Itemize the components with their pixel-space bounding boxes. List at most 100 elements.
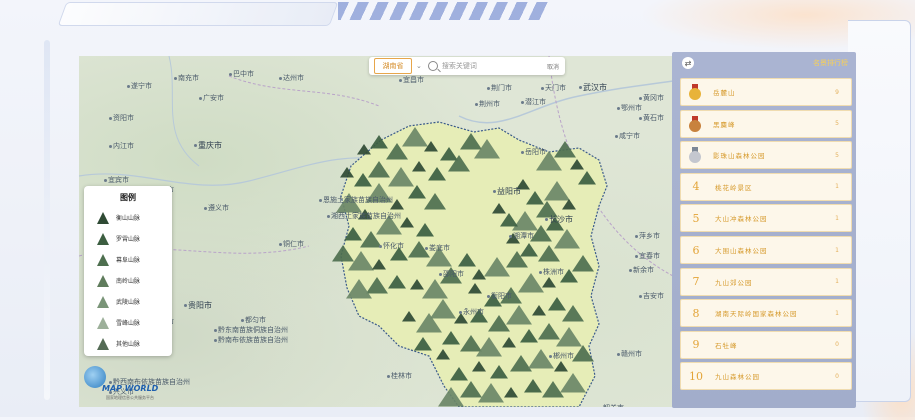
city-label: 巴中市: [229, 70, 254, 78]
legend-item-label: 衡山山脉: [116, 215, 141, 222]
panel-title: 名景排行榜: [813, 59, 848, 67]
city-label: 武汉市: [579, 84, 607, 92]
ranking-item[interactable]: 影珠山森林公园 5: [680, 141, 852, 170]
silver-medal-icon: [689, 147, 703, 164]
search-input[interactable]: 搜索关键词: [442, 61, 547, 71]
city-label: 潜江市: [521, 98, 546, 106]
ranking-item[interactable]: 9 石牡峰 0: [680, 330, 852, 359]
ranking-item-name: 石牡峰: [715, 341, 738, 350]
legend-item: 衡山山脉: [84, 207, 172, 228]
region-select[interactable]: 湖南省: [374, 58, 412, 74]
mountain-icon: [97, 274, 109, 287]
city-label: 南充市: [174, 74, 199, 82]
city-label: 鄂州市: [617, 104, 642, 112]
city-label: 邵阳市: [439, 270, 464, 278]
ranking-item-name: 桃花岭景区: [715, 183, 753, 192]
mountain-icon: [97, 295, 109, 308]
frame-stripes-decor: [338, 2, 548, 20]
search-icon[interactable]: [427, 61, 438, 71]
city-label: 湘潭市: [509, 232, 534, 240]
city-label: 宜昌市: [399, 76, 424, 84]
ranking-item-value: 0: [835, 341, 839, 349]
city-label: 黄冈市: [639, 94, 664, 102]
legend-item-label: 雪峰山脉: [116, 320, 141, 327]
legend-item: 其他山脉: [84, 333, 172, 354]
cancel-button[interactable]: 取消: [547, 62, 559, 71]
city-label: 重庆市: [194, 142, 222, 150]
city-label: 铜仁市: [279, 240, 304, 248]
ranking-item-value: 1: [835, 309, 839, 317]
chevron-down-icon[interactable]: ⌄: [416, 62, 422, 70]
panel-header: ⇄ 名景排行榜: [672, 52, 856, 74]
city-label: 都匀市: [241, 316, 266, 324]
legend-item: 南岭山脉: [84, 270, 172, 291]
mountain-icon: [97, 253, 109, 266]
city-label: 荆门市: [487, 84, 512, 92]
ranking-item-value: 1: [835, 183, 839, 191]
ranking-number: 9: [692, 338, 700, 352]
ranking-item-name: 大围山森林公园: [715, 247, 768, 255]
ranking-item[interactable]: 4 桃花岭景区 1: [680, 172, 852, 201]
city-label: 萍乡市: [635, 232, 660, 240]
city-label: 贵阳市: [184, 302, 212, 310]
map-legend: 图例 衡山山脉 罗霄山脉 幕阜山脉 南岭山脉 武陵山脉 雪峰山脉 其他山脉: [84, 186, 172, 356]
city-label: 内江市: [109, 142, 134, 150]
city-label: 资阳市: [109, 114, 134, 122]
ranking-item[interactable]: 6 大围山森林公园 1: [680, 236, 852, 264]
legend-item: 罗霄山脉: [84, 228, 172, 249]
city-label: 桂林市: [387, 372, 412, 380]
ranking-number: 5: [692, 211, 700, 225]
city-label: 宜春市: [635, 252, 660, 260]
ranking-item-name: 岳麓山: [713, 89, 736, 97]
city-label: 荆州市: [475, 100, 500, 108]
mountain-marker[interactable]: [357, 144, 371, 155]
ranking-item[interactable]: 10 九山森林公园 0: [680, 362, 852, 391]
gold-medal-icon: [689, 84, 703, 100]
ranking-item[interactable]: 7 九山郊公园 1: [680, 267, 852, 296]
city-label: 广安市: [199, 94, 224, 102]
city-label: 长沙市: [545, 216, 573, 224]
legend-title: 图例: [120, 193, 136, 202]
mountain-icon: [97, 211, 109, 224]
ranking-item-name: 影珠山森林公园: [713, 152, 766, 161]
city-label: 永州市: [459, 308, 484, 316]
bronze-medal-icon: [689, 115, 703, 132]
city-label: 株洲市: [539, 268, 564, 276]
legend-item-label: 武陵山脉: [116, 299, 141, 306]
ranking-item-value: 5: [835, 151, 839, 159]
city-label: 达州市: [279, 74, 304, 82]
city-label: 咸宁市: [615, 132, 640, 140]
ranking-item-name: 湖南天际岭国家森林公园: [715, 310, 798, 319]
legend-item: 幕阜山脉: [84, 249, 172, 270]
ranking-number: 6: [692, 243, 700, 257]
ranking-item-value: 5: [835, 120, 839, 128]
collapse-icon[interactable]: ⇄: [682, 57, 694, 69]
ranking-item[interactable]: 8 湖南天际岭国家森林公园 1: [680, 299, 852, 328]
ranking-item[interactable]: 5 大山冲森林公园 1: [680, 204, 852, 233]
ranking-item-value: 1: [835, 278, 839, 286]
logo-title: MAP WORLD: [102, 384, 159, 393]
city-label: 益阳市: [493, 188, 521, 196]
mountain-icon: [97, 232, 109, 245]
legend-item: 武陵山脉: [84, 291, 172, 312]
search-bar: 湖南省 ⌄ 搜索关键词 取消: [369, 57, 565, 75]
frame-right-decor: [848, 20, 911, 402]
ranking-item-name: 九山郊公园: [715, 278, 753, 287]
ranking-item[interactable]: 黑麋峰 5: [680, 109, 852, 138]
legend-item-label: 幕阜山脉: [116, 257, 141, 264]
ranking-item-value: 1: [835, 214, 839, 222]
city-label: 娄底市: [425, 244, 450, 252]
ranking-number: 10: [689, 369, 703, 383]
city-label: 恩施土家族苗族自治州: [319, 196, 393, 204]
city-label: 新余市: [629, 266, 654, 274]
ranking-number: 7: [692, 275, 700, 289]
ranking-item-name: 黑麋峰: [713, 120, 736, 129]
city-label: 怀化市: [379, 242, 404, 250]
legend-item-label: 其他山脉: [116, 341, 141, 348]
city-label: 黔南布依族苗族自治州: [214, 336, 288, 344]
city-label: 湘西土家族苗族自治州: [327, 212, 401, 220]
mountain-icon: [97, 316, 109, 329]
ranking-item[interactable]: 岳麓山 9: [680, 78, 852, 106]
city-label: 赣州市: [617, 350, 642, 358]
city-label: 岳阳市: [521, 148, 546, 156]
